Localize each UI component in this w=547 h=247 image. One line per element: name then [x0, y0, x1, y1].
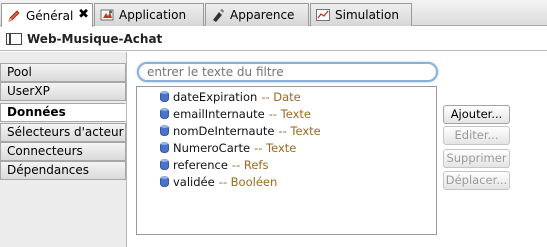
database-icon: [160, 90, 169, 103]
sidebar-item-selecteurs-acteur[interactable]: Sélecteurs d'acteur: [0, 123, 126, 142]
move-button[interactable]: Déplacer...: [443, 171, 510, 190]
database-icon: [160, 107, 169, 120]
list-item[interactable]: dateExpiration -- Date: [160, 88, 301, 105]
tab-application[interactable]: Application: [94, 3, 204, 26]
sidebar-item-connecteurs[interactable]: Connecteurs: [0, 142, 126, 161]
database-icon: [160, 158, 169, 171]
pencil-icon: [6, 8, 22, 24]
database-icon: [160, 175, 169, 188]
item-type: -- Date: [261, 89, 301, 104]
sidebar-item-donnees[interactable]: Données: [0, 103, 126, 122]
item-name: dateExpiration: [173, 89, 258, 104]
tab-general[interactable]: Général ✖: [1, 3, 93, 27]
list-item[interactable]: NumeroCarte -- Texte: [160, 139, 296, 156]
filter-input[interactable]: [137, 62, 438, 82]
tab-simulation[interactable]: Simulation: [310, 3, 412, 26]
header: Web-Musique-Achat: [0, 27, 547, 51]
item-type: -- Texte: [254, 140, 297, 155]
delete-button[interactable]: Supprimer: [443, 149, 510, 168]
sidebar: Pool UserXP Données Sélecteurs d'acteur …: [0, 52, 127, 247]
sidebar-item-userxp[interactable]: UserXP: [0, 82, 126, 101]
tab-application-label: Application: [119, 8, 187, 22]
item-name: reference: [173, 157, 228, 172]
item-name: NumeroCarte: [173, 140, 251, 155]
database-icon: [160, 141, 169, 154]
list-item[interactable]: emailInternaute -- Texte: [160, 105, 311, 122]
window-icon: [6, 32, 22, 45]
chart-icon: [315, 7, 331, 23]
database-icon: [160, 124, 169, 137]
item-type: -- Texte: [278, 123, 321, 138]
appearance-icon: [210, 7, 226, 23]
item-name: emailInternaute: [173, 106, 265, 121]
tab-general-label: Général: [26, 8, 74, 23]
item-type: -- Texte: [268, 106, 312, 121]
item-type: -- Refs: [231, 157, 269, 172]
sidebar-item-pool[interactable]: Pool: [0, 63, 126, 82]
page-title: Web-Musique-Achat: [27, 31, 163, 46]
add-button[interactable]: Ajouter...: [443, 105, 510, 124]
tab-simulation-label: Simulation: [335, 8, 399, 22]
list-item[interactable]: nomDeInternaute -- Texte: [160, 122, 321, 139]
list-item[interactable]: validée -- Booléen: [160, 173, 277, 190]
item-type: -- Booléen: [218, 174, 278, 189]
close-tab-icon[interactable]: ✖: [78, 8, 89, 21]
tab-apparence-label: Apparence: [230, 8, 295, 22]
sidebar-item-dependances[interactable]: Dépendances: [0, 161, 126, 180]
data-list[interactable]: dateExpiration -- Date emailInternaute -…: [136, 86, 437, 235]
edit-button[interactable]: Editer...: [443, 126, 510, 145]
item-name: nomDeInternaute: [173, 123, 275, 138]
tab-bar: Général ✖ Application Apparence Simulati…: [0, 0, 547, 27]
list-item[interactable]: reference -- Refs: [160, 156, 268, 173]
tab-apparence[interactable]: Apparence: [205, 3, 309, 26]
application-icon: [99, 7, 115, 23]
item-name: validée: [173, 174, 215, 189]
